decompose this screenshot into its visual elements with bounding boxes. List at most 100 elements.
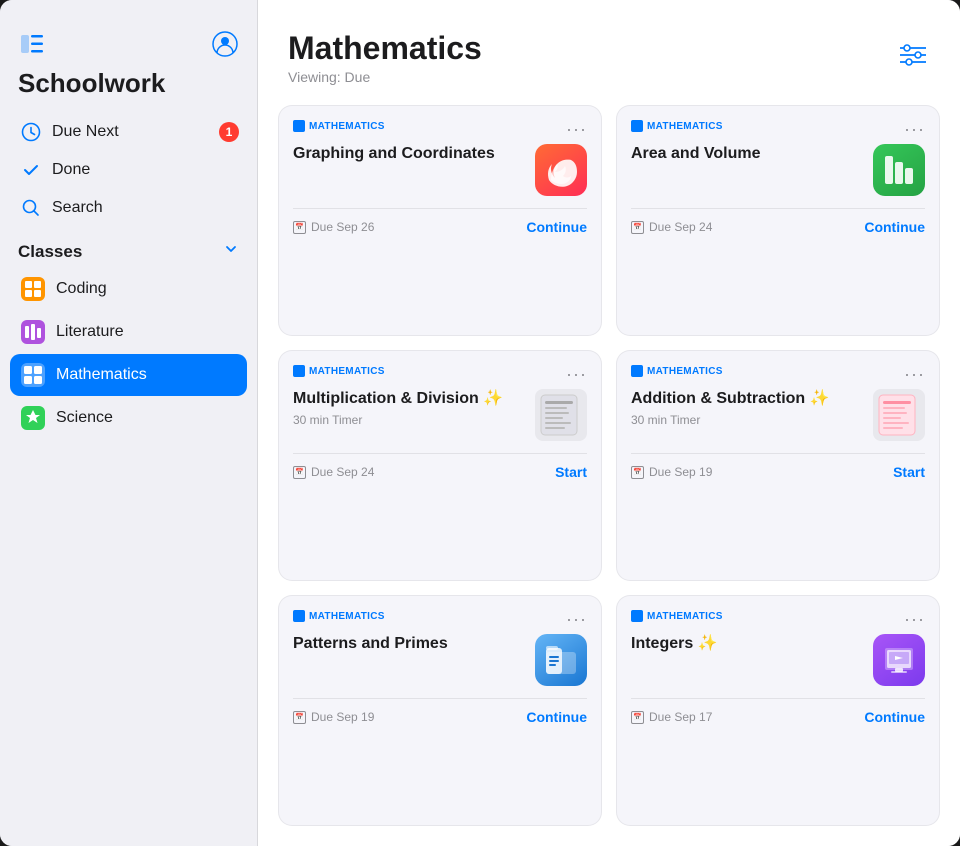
- card-more-button[interactable]: ···: [904, 120, 925, 138]
- card-text: Integers ✨: [631, 634, 726, 655]
- card-action-button[interactable]: Continue: [526, 219, 587, 235]
- card-more-button[interactable]: ···: [904, 365, 925, 383]
- card-text: Patterns and Primes: [293, 634, 456, 655]
- nav-due-next[interactable]: Due Next 1: [10, 113, 247, 151]
- calendar-icon: 📅: [631, 466, 644, 479]
- card-top: MATHEMATICS ···: [631, 610, 925, 628]
- sidebar-item-science-label: Science: [56, 409, 113, 427]
- clock-icon: [20, 121, 42, 143]
- calendar-icon: 📅: [293, 711, 306, 724]
- nav-search-label: Search: [52, 199, 103, 217]
- swift-app-icon: [535, 144, 587, 196]
- sidebar-item-science[interactable]: Science: [10, 397, 247, 439]
- card-footer: 📅 Due Sep 19 Start: [631, 453, 925, 490]
- card-top: MATHEMATICS ···: [631, 120, 925, 138]
- sidebar-nav: Due Next 1 Done Search: [0, 113, 257, 227]
- assignment-card-graphing[interactable]: MATHEMATICS ··· Graphing and Coordinates: [278, 105, 602, 336]
- card-due-date: 📅 Due Sep 19: [293, 710, 374, 724]
- nav-done[interactable]: Done: [10, 151, 247, 189]
- card-subject: MATHEMATICS: [631, 120, 723, 132]
- calendar-icon: 📅: [631, 711, 644, 724]
- profile-button[interactable]: [211, 30, 239, 58]
- keynote-app-icon: [873, 634, 925, 686]
- calendar-icon: 📅: [293, 221, 306, 234]
- card-body: Area and Volume: [631, 144, 925, 196]
- card-subtitle: 30 min Timer: [631, 413, 838, 427]
- card-due-date: 📅 Due Sep 24: [631, 220, 712, 234]
- assignment-card-patterns[interactable]: MATHEMATICS ··· Patterns and Primes: [278, 595, 602, 826]
- literature-icon: [20, 319, 46, 345]
- checkmark-icon: [20, 159, 42, 181]
- page-title: Mathematics: [288, 30, 482, 67]
- card-title: Multiplication & Division ✨: [293, 389, 511, 410]
- card-action-button[interactable]: Start: [893, 464, 925, 480]
- card-top: MATHEMATICS ···: [293, 610, 587, 628]
- card-more-button[interactable]: ···: [904, 610, 925, 628]
- card-due-date: 📅 Due Sep 19: [631, 465, 712, 479]
- card-top: MATHEMATICS ···: [293, 365, 587, 383]
- card-action-button[interactable]: Continue: [864, 709, 925, 725]
- card-title: Addition & Subtraction ✨: [631, 389, 838, 410]
- nav-due-next-label: Due Next: [52, 123, 119, 141]
- main-content: Mathematics Viewing: Due: [258, 0, 960, 846]
- card-title: Integers ✨: [631, 634, 726, 655]
- card-subject: MATHEMATICS: [293, 365, 385, 377]
- assignment-card-multiplication[interactable]: MATHEMATICS ··· Multiplication & Divisio…: [278, 350, 602, 581]
- coding-icon: [20, 276, 46, 302]
- card-body: Patterns and Primes: [293, 634, 587, 686]
- card-text: Addition & Subtraction ✨ 30 min Timer: [631, 389, 838, 427]
- main-header: Mathematics Viewing: Due: [258, 0, 960, 95]
- science-icon: [20, 405, 46, 431]
- card-top: MATHEMATICS ···: [293, 120, 587, 138]
- viewing-label: Viewing: Due: [288, 69, 482, 85]
- card-body: Integers ✨: [631, 634, 925, 686]
- doc-thumbnail: [535, 389, 587, 441]
- sidebar-item-literature-label: Literature: [56, 323, 124, 341]
- card-action-button[interactable]: Start: [555, 464, 587, 480]
- card-body: Addition & Subtraction ✨ 30 min Timer: [631, 389, 925, 441]
- sidebar-item-coding[interactable]: Coding: [10, 268, 247, 310]
- nav-done-label: Done: [52, 161, 90, 179]
- numbers-app-icon: [873, 144, 925, 196]
- card-footer: 📅 Due Sep 17 Continue: [631, 698, 925, 735]
- files-app-icon: [535, 634, 587, 686]
- assignments-grid: MATHEMATICS ··· Graphing and Coordinates: [258, 95, 960, 846]
- main-header-text: Mathematics Viewing: Due: [288, 30, 482, 85]
- card-top: MATHEMATICS ···: [631, 365, 925, 383]
- card-body: Multiplication & Division ✨ 30 min Timer: [293, 389, 587, 441]
- sidebar-toggle-button[interactable]: [18, 30, 46, 58]
- app-title: Schoolwork: [0, 62, 257, 113]
- card-more-button[interactable]: ···: [566, 610, 587, 628]
- sidebar-item-mathematics[interactable]: Mathematics: [10, 354, 247, 396]
- card-text: Graphing and Coordinates: [293, 144, 503, 165]
- card-more-button[interactable]: ···: [566, 365, 587, 383]
- card-due-date: 📅 Due Sep 26: [293, 220, 374, 234]
- card-more-button[interactable]: ···: [566, 120, 587, 138]
- search-icon: [20, 197, 42, 219]
- card-subject: MATHEMATICS: [293, 120, 385, 132]
- due-next-badge: 1: [219, 122, 239, 142]
- card-footer: 📅 Due Sep 19 Continue: [293, 698, 587, 735]
- card-footer: 📅 Due Sep 24 Start: [293, 453, 587, 490]
- filter-button[interactable]: [896, 38, 930, 72]
- classes-chevron-icon[interactable]: [223, 241, 239, 262]
- card-text: Area and Volume: [631, 144, 769, 165]
- calendar-icon: 📅: [293, 466, 306, 479]
- card-action-button[interactable]: Continue: [526, 709, 587, 725]
- assignment-card-integers[interactable]: MATHEMATICS ··· Integers ✨: [616, 595, 940, 826]
- app-window: Schoolwork Due Next 1 Done: [0, 0, 960, 846]
- nav-search[interactable]: Search: [10, 189, 247, 227]
- card-title: Patterns and Primes: [293, 634, 456, 655]
- mathematics-icon: [20, 362, 46, 388]
- calendar-icon: 📅: [631, 221, 644, 234]
- assignment-card-area-volume[interactable]: MATHEMATICS ··· Area and Volume: [616, 105, 940, 336]
- card-subject: MATHEMATICS: [631, 365, 723, 377]
- classes-section-header: Classes: [0, 227, 257, 268]
- card-action-button[interactable]: Continue: [864, 219, 925, 235]
- sidebar-item-literature[interactable]: Literature: [10, 311, 247, 353]
- card-subject: MATHEMATICS: [631, 610, 723, 622]
- sidebar: Schoolwork Due Next 1 Done: [0, 0, 258, 846]
- card-title: Graphing and Coordinates: [293, 144, 503, 165]
- assignment-card-addition[interactable]: MATHEMATICS ··· Addition & Subtraction ✨…: [616, 350, 940, 581]
- card-footer: 📅 Due Sep 26 Continue: [293, 208, 587, 245]
